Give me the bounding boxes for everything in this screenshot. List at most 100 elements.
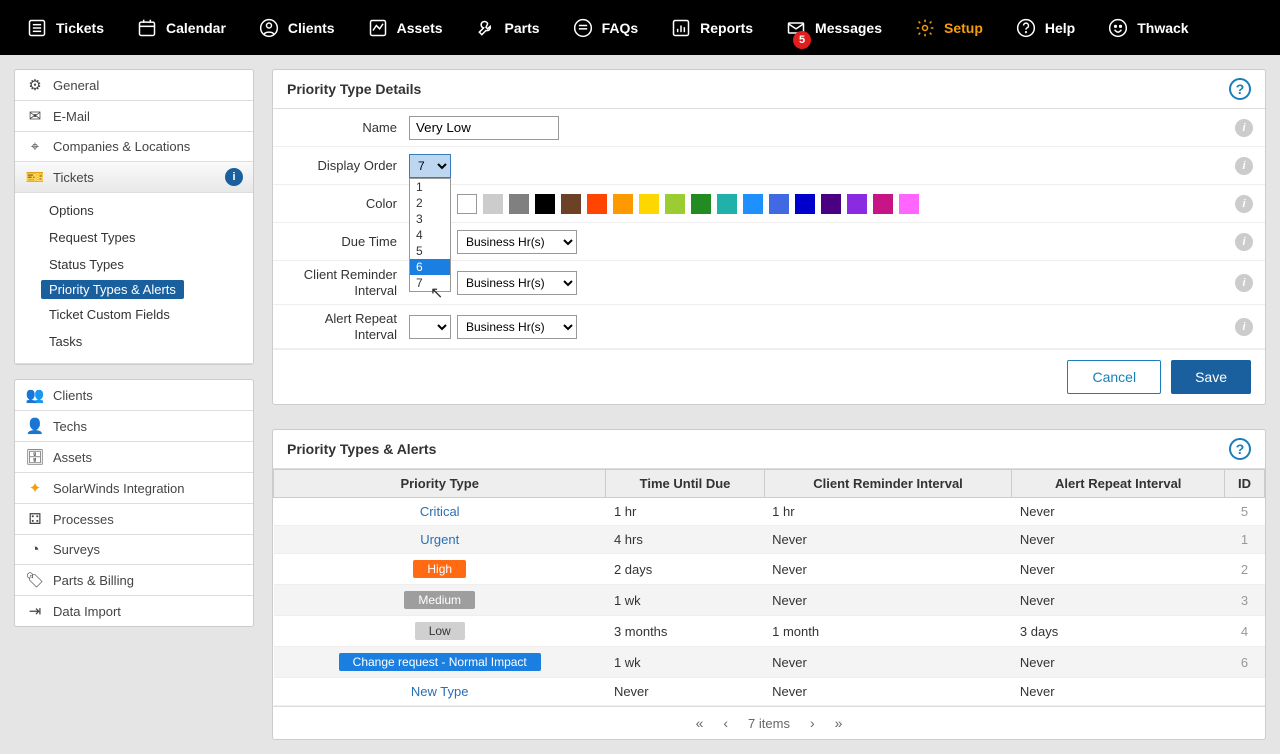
- sidebar-item-label: Clients: [53, 388, 93, 403]
- help-icon[interactable]: ?: [1229, 78, 1251, 100]
- dropdown-option[interactable]: 3: [410, 211, 450, 227]
- color-swatch[interactable]: [535, 194, 555, 214]
- import-icon: ⇥: [25, 602, 45, 620]
- priority-type-link[interactable]: Critical: [420, 504, 460, 519]
- sidebar-item-tickets[interactable]: 🎫 Tickets i: [15, 162, 253, 193]
- list-panel: Priority Types & Alerts ? Priority Type …: [272, 429, 1266, 740]
- nav-reports[interactable]: Reports: [654, 0, 769, 55]
- sidebar-item-surveys[interactable]: ◔Surveys: [15, 535, 253, 565]
- info-icon[interactable]: i: [1235, 318, 1253, 336]
- info-icon[interactable]: i: [1235, 157, 1253, 175]
- sidebar-item-general[interactable]: ⚙ General: [15, 70, 253, 101]
- nav-assets[interactable]: Assets: [351, 0, 459, 55]
- help-icon[interactable]: ?: [1229, 438, 1251, 460]
- table-row: Low3 months1 month3 days4: [274, 616, 1265, 647]
- pager-next-icon[interactable]: ›: [810, 715, 815, 731]
- color-swatch[interactable]: [821, 194, 841, 214]
- nav-clients[interactable]: Clients: [242, 0, 351, 55]
- priority-type-link[interactable]: New Type: [411, 684, 469, 699]
- list-icon: [26, 17, 48, 39]
- chart-icon: [367, 17, 389, 39]
- color-swatch[interactable]: [847, 194, 867, 214]
- sidebar-item-clients[interactable]: 👥Clients: [15, 380, 253, 411]
- color-swatch[interactable]: [587, 194, 607, 214]
- sidebar-sub-status-types[interactable]: Status Types: [25, 253, 253, 276]
- alert-repeat-value-select[interactable]: [409, 315, 451, 339]
- pager-prev-icon[interactable]: ‹: [723, 715, 728, 731]
- pager-last-icon[interactable]: »: [835, 715, 843, 731]
- dropdown-option[interactable]: 7: [410, 275, 450, 291]
- sidebar-sub-tasks[interactable]: Tasks: [25, 330, 253, 353]
- color-swatch[interactable]: [561, 194, 581, 214]
- pager-first-icon[interactable]: «: [696, 715, 704, 731]
- priority-type-link[interactable]: Urgent: [420, 532, 459, 547]
- due-time-unit-select[interactable]: Business Hr(s): [457, 230, 577, 254]
- sidebar-item-techs[interactable]: 👤Techs: [15, 411, 253, 442]
- sidebar-item-assets[interactable]: 🗄Assets: [15, 442, 253, 473]
- cell-ari: Never: [1012, 678, 1225, 706]
- sidebar-sub-request-types[interactable]: Request Types: [25, 226, 253, 249]
- sidebar-item-processes[interactable]: ⚃Processes: [15, 504, 253, 535]
- display-order-select[interactable]: 7: [409, 154, 451, 178]
- nav-setup[interactable]: Setup: [898, 0, 999, 55]
- color-swatch[interactable]: [795, 194, 815, 214]
- priority-type-badge[interactable]: High: [413, 560, 466, 578]
- sidebar-item-solarwinds[interactable]: ✦SolarWinds Integration: [15, 473, 253, 504]
- solarwinds-icon: ✦: [25, 479, 45, 497]
- color-swatch[interactable]: [769, 194, 789, 214]
- ticket-icon: 🎫: [25, 168, 45, 186]
- alert-repeat-unit-select[interactable]: Business Hr(s): [457, 315, 577, 339]
- dropdown-option[interactable]: 4: [410, 227, 450, 243]
- sidebar-item-label: Parts & Billing: [53, 573, 134, 588]
- dropdown-option[interactable]: 6: [410, 259, 450, 275]
- color-swatch[interactable]: [457, 194, 477, 214]
- sidebar-submenu: Options Request Types Status Types Prior…: [15, 193, 253, 364]
- dropdown-option[interactable]: 2: [410, 195, 450, 211]
- sidebar-item-parts-billing[interactable]: 🏷 Parts & Billing: [15, 565, 253, 596]
- nav-calendar[interactable]: Calendar: [120, 0, 242, 55]
- nav-parts[interactable]: Parts: [459, 0, 556, 55]
- nav-thwack[interactable]: Thwack: [1091, 0, 1204, 55]
- nav-help[interactable]: Help: [999, 0, 1091, 55]
- color-swatch[interactable]: [691, 194, 711, 214]
- tag-icon: 🏷: [25, 571, 45, 589]
- info-icon[interactable]: i: [1235, 119, 1253, 137]
- color-swatch[interactable]: [899, 194, 919, 214]
- save-button[interactable]: Save: [1171, 360, 1251, 394]
- cell-due: 1 hr: [606, 498, 764, 526]
- nav-faqs[interactable]: FAQs: [556, 0, 655, 55]
- table-row: Medium1 wkNeverNever3: [274, 585, 1265, 616]
- sidebar-item-companies[interactable]: ⌖ Companies & Locations: [15, 132, 253, 162]
- color-swatch[interactable]: [665, 194, 685, 214]
- color-swatch[interactable]: [873, 194, 893, 214]
- priority-type-badge[interactable]: Change request - Normal Impact: [339, 653, 541, 671]
- priority-type-badge[interactable]: Medium: [404, 591, 475, 609]
- color-swatch[interactable]: [509, 194, 529, 214]
- info-icon[interactable]: i: [1235, 274, 1253, 292]
- sidebar-sub-custom-fields[interactable]: Ticket Custom Fields: [25, 303, 253, 326]
- color-swatch[interactable]: [639, 194, 659, 214]
- nav-messages[interactable]: Messages 5: [769, 0, 898, 55]
- client-reminder-unit-select[interactable]: Business Hr(s): [457, 271, 577, 295]
- panel-title: Priority Type Details: [287, 81, 421, 97]
- dropdown-option[interactable]: 5: [410, 243, 450, 259]
- label-due-time: Due Time: [285, 234, 409, 250]
- dropdown-option[interactable]: 1: [410, 179, 450, 195]
- color-swatch[interactable]: [483, 194, 503, 214]
- info-icon[interactable]: i: [1235, 195, 1253, 213]
- nav-tickets[interactable]: Tickets: [10, 0, 120, 55]
- color-swatches: [457, 194, 919, 214]
- sidebar-sub-priority-types[interactable]: Priority Types & Alerts: [41, 280, 184, 299]
- sidebar-item-email[interactable]: ✉ E-Mail: [15, 101, 253, 132]
- sidebar-sub-options[interactable]: Options: [25, 199, 253, 222]
- nav-label: Thwack: [1137, 20, 1188, 36]
- color-swatch[interactable]: [717, 194, 737, 214]
- color-swatch[interactable]: [613, 194, 633, 214]
- col-alert-repeat: Alert Repeat Interval: [1012, 470, 1225, 498]
- priority-type-badge[interactable]: Low: [415, 622, 465, 640]
- info-icon[interactable]: i: [1235, 233, 1253, 251]
- cancel-button[interactable]: Cancel: [1067, 360, 1161, 394]
- name-input[interactable]: [409, 116, 559, 140]
- color-swatch[interactable]: [743, 194, 763, 214]
- sidebar-item-data-import[interactable]: ⇥Data Import: [15, 596, 253, 626]
